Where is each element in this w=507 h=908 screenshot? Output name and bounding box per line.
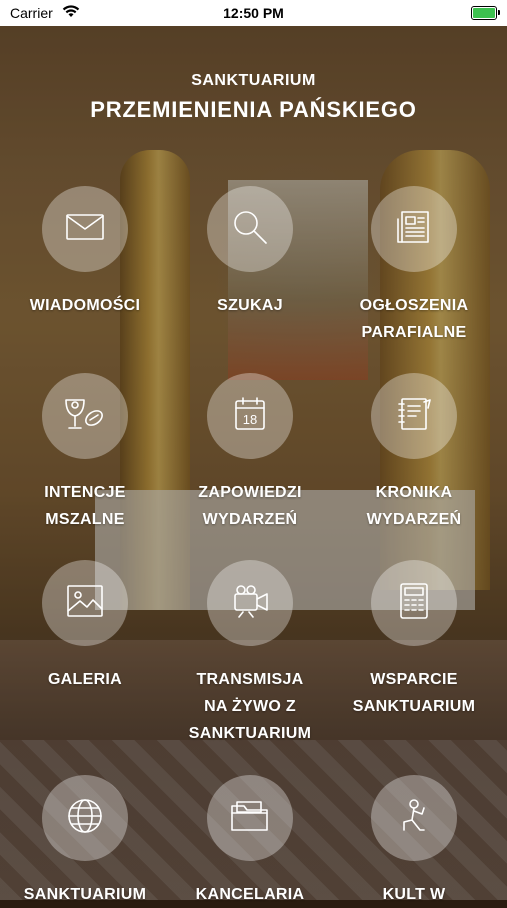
battery-icon — [471, 6, 500, 20]
menu-label-line: WYDARZEŃ — [366, 511, 462, 528]
menu-tile-7[interactable]: GALERIA — [10, 560, 160, 693]
menu-label: TRANSMISJA NA ŻYWO Z SANKTUARIUM — [175, 666, 325, 747]
menu-tile-8[interactable]: TRANSMISJA NA ŻYWO Z SANKTUARIUM — [175, 560, 325, 747]
menu-label-line: KANCELARIA — [195, 886, 305, 903]
menu-icon-button[interactable]: 18 — [207, 373, 293, 459]
menu-tile-5[interactable]: 18 ZAPOWIEDZI WYDARZEŃ — [175, 373, 325, 533]
menu-icon-button[interactable] — [42, 373, 128, 459]
menu-label-line: WYDARZEŃ — [202, 511, 298, 528]
menu-icon-button[interactable] — [42, 775, 128, 861]
calendar-icon: 18 — [230, 394, 270, 439]
menu-label: WSPARCIE SANKTUARIUM — [339, 666, 489, 720]
menu-tile-11[interactable]: KANCELARIA — [175, 775, 325, 908]
chalice-host-icon — [62, 394, 108, 439]
menu-label-line: WIADOMOŚCI — [29, 297, 141, 314]
menu-tile-9[interactable]: WSPARCIE SANKTUARIUM — [339, 560, 489, 720]
menu-label: KULT W — [339, 881, 489, 908]
menu-label-line: SANKTUARIUM — [188, 725, 312, 742]
clock: 12:50 PM — [223, 5, 284, 21]
menu-icon-button[interactable] — [42, 186, 128, 272]
status-bar: Carrier 12:50 PM — [0, 0, 507, 26]
menu-tile-6[interactable]: KRONIKA WYDARZEŃ — [339, 373, 489, 533]
menu-tile-12[interactable]: KULT W — [339, 775, 489, 908]
menu-tile-1[interactable]: WIADOMOŚCI — [10, 186, 160, 319]
calculator-icon — [396, 581, 432, 626]
menu-label-line: INTENCJE — [44, 484, 126, 501]
menu-tile-10[interactable]: SANKTUARIUM — [10, 775, 160, 908]
menu-tile-4[interactable]: INTENCJE MSZALNE — [10, 373, 160, 533]
menu-label: KRONIKA WYDARZEŃ — [339, 479, 489, 533]
menu-icon-button[interactable] — [371, 373, 457, 459]
menu-label: GALERIA — [10, 666, 160, 693]
menu-label-line: OGŁOSZENIA — [359, 297, 469, 314]
menu-label: SANKTUARIUM — [10, 881, 160, 908]
menu-label: INTENCJE MSZALNE — [10, 479, 160, 533]
menu-icon-button[interactable] — [207, 186, 293, 272]
menu-label-line: ZAPOWIEDZI — [198, 484, 302, 501]
menu-label-line: NA ŻYWO Z — [204, 698, 296, 715]
menu-label-line: MSZALNE — [45, 511, 125, 528]
page-title: PRZEMIENIENIA PAŃSKIEGO — [90, 97, 417, 122]
video-camera-icon — [229, 584, 271, 623]
menu-icon-button[interactable] — [371, 560, 457, 646]
menu-label-line: KULT W — [382, 886, 446, 903]
folder-icon — [229, 798, 271, 839]
menu-label-line: GALERIA — [47, 671, 123, 688]
menu-tile-2[interactable]: SZUKAJ — [175, 186, 325, 319]
kneeling-person-icon — [394, 796, 434, 841]
magnifier-icon — [230, 207, 270, 252]
header-subtitle: SANKTUARIUM — [191, 72, 316, 89]
newspaper-icon — [394, 207, 434, 252]
menu-icon-button[interactable] — [371, 186, 457, 272]
battery-fill — [473, 8, 495, 18]
menu-icon-button[interactable] — [371, 775, 457, 861]
menu-label-line: TRANSMISJA — [196, 671, 304, 688]
menu-label-line: SANKTUARIUM — [352, 698, 476, 715]
notebook-icon — [394, 394, 434, 439]
menu-label: ZAPOWIEDZI WYDARZEŃ — [175, 479, 325, 533]
svg-text:18: 18 — [243, 412, 257, 427]
menu-label-line: SZUKAJ — [217, 297, 283, 314]
envelope-icon — [65, 212, 105, 247]
menu-icon-button[interactable] — [42, 560, 128, 646]
globe-icon — [65, 796, 105, 841]
menu-label: KANCELARIA — [175, 881, 325, 908]
menu-label: OGŁOSZENIA PARAFIALNE — [339, 292, 489, 346]
menu-label: WIADOMOŚCI — [10, 292, 160, 319]
menu-icon-button[interactable] — [207, 560, 293, 646]
menu-tile-3[interactable]: OGŁOSZENIA PARAFIALNE — [339, 186, 489, 346]
menu-label-line: WSPARCIE — [370, 671, 458, 688]
menu-label-line: KRONIKA — [375, 484, 453, 501]
menu-label: SZUKAJ — [175, 292, 325, 319]
menu-icon-button[interactable] — [207, 775, 293, 861]
picture-icon — [65, 583, 105, 624]
menu-label-line: PARAFIALNE — [361, 324, 467, 341]
menu-label-line: SANKTUARIUM — [23, 886, 147, 903]
